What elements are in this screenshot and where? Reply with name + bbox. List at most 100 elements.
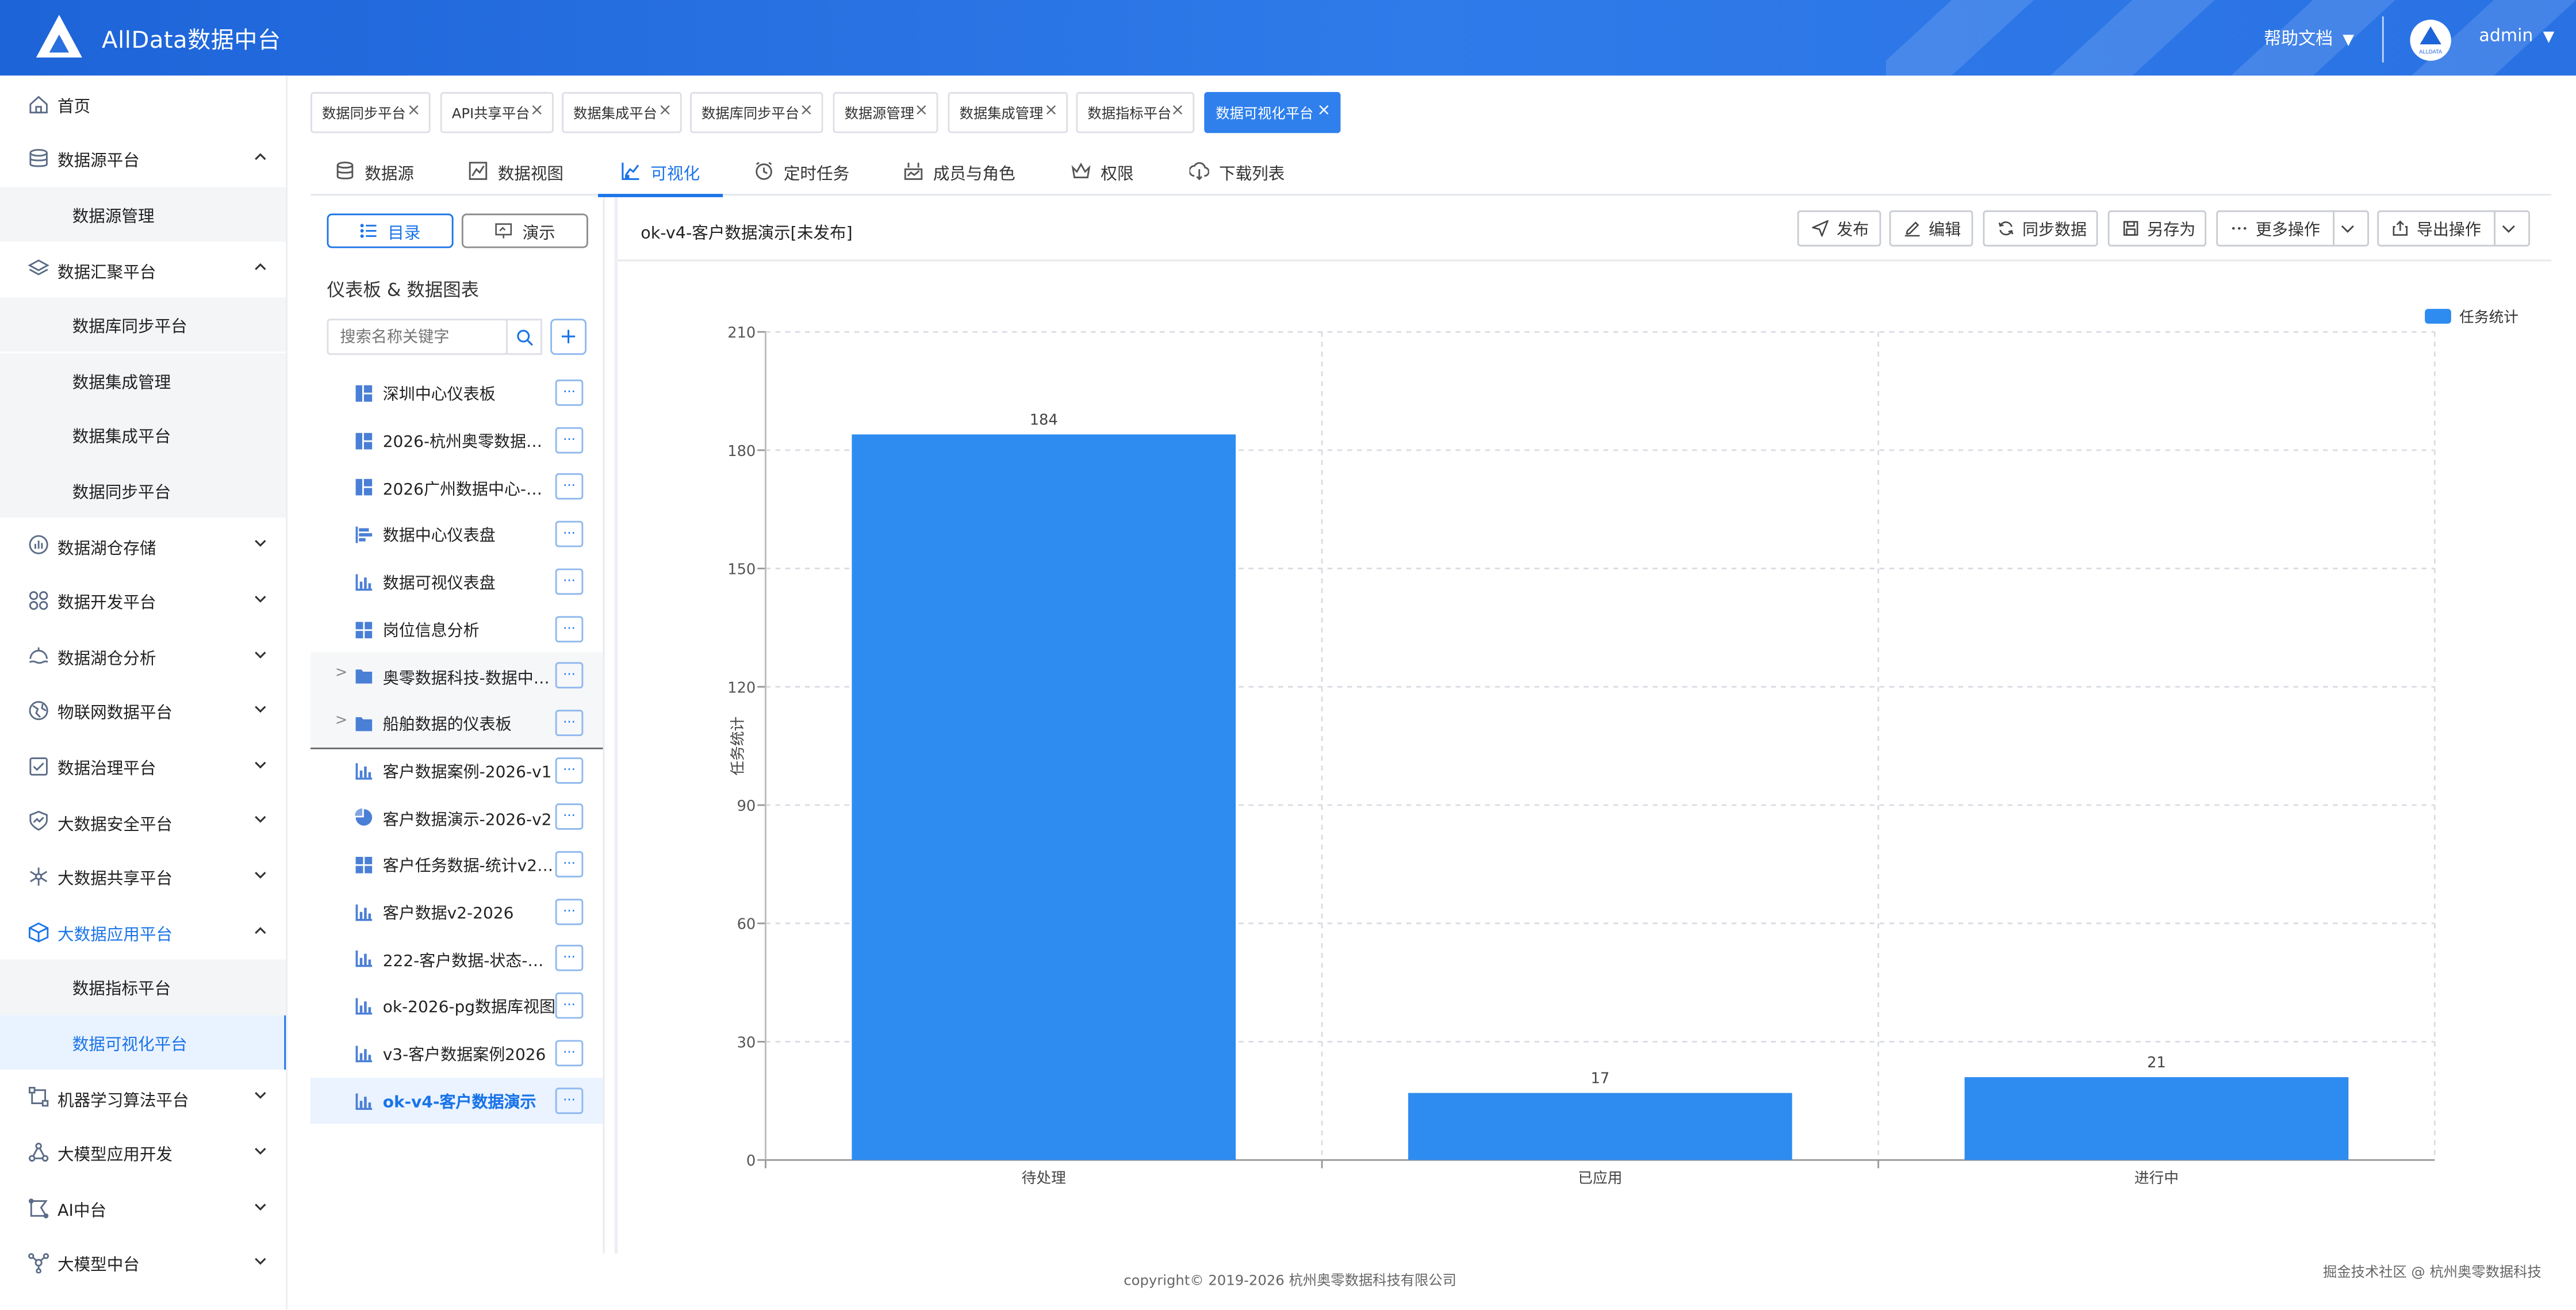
tree-item[interactable]: 岗位信息分析 ··· — [310, 606, 603, 653]
close-icon[interactable]: × — [799, 102, 813, 120]
sidebar-item[interactable]: 数据开发平台 — [0, 573, 286, 629]
more-actions-button[interactable]: 更多操作 — [2216, 210, 2369, 247]
tree-item[interactable]: ok-v4-客户数据演示 ··· — [310, 1077, 603, 1124]
close-icon[interactable]: × — [407, 102, 420, 120]
sidebar-item-label: 数据湖仓存储 — [57, 539, 156, 558]
app-logo-icon[interactable] — [33, 12, 85, 64]
item-more-button[interactable]: ··· — [555, 473, 584, 500]
close-icon[interactable]: × — [530, 102, 544, 120]
sidebar-item[interactable]: 大模型应用开发 — [0, 1125, 286, 1181]
tag-8[interactable]: 数据可视化平台 × — [1204, 92, 1341, 133]
tag-2[interactable]: API共享平台 × — [440, 92, 554, 133]
user-menu[interactable]: admin ▼ — [2479, 26, 2554, 46]
sidebar-subitem[interactable]: 数据集成平台 — [0, 407, 286, 463]
tree-item[interactable]: 数据中心仪表盘 ··· — [310, 511, 603, 558]
sidebar-subitem[interactable]: 数据库同步平台 — [0, 297, 286, 353]
tree-item[interactable]: 客户数据v2-2026 ··· — [310, 888, 603, 936]
search-input[interactable] — [327, 319, 508, 355]
sidebar-subitem[interactable]: 数据指标平台 — [0, 959, 286, 1015]
item-more-button[interactable]: ··· — [555, 568, 584, 595]
close-icon[interactable]: × — [658, 102, 672, 120]
sidebar-item[interactable]: 数据源平台 — [0, 132, 286, 187]
tree-item[interactable]: 2026广州数据中心-仪表板 ··· — [310, 464, 603, 511]
close-icon[interactable]: × — [1171, 102, 1184, 120]
sidebar-item[interactable]: 机器学习算法平台 — [0, 1070, 286, 1125]
item-more-button[interactable]: ··· — [555, 615, 584, 642]
tab-download-list[interactable]: 下载列表 — [1189, 146, 1285, 196]
tree-folder[interactable]: > 奥零数据科技-数据中心仪表板··· — [310, 652, 603, 700]
tab-schedule[interactable]: 定时任务 — [754, 146, 849, 196]
item-more-button[interactable]: ··· — [555, 851, 584, 878]
sidebar-item[interactable]: 物联网数据平台 — [0, 684, 286, 739]
item-more-button[interactable]: ··· — [555, 1087, 584, 1113]
avatar[interactable]: ALLDATA — [2410, 20, 2451, 61]
sidebar-item[interactable]: 大数据安全平台 — [0, 794, 286, 849]
tab-dataview[interactable]: 数据视图 — [468, 146, 564, 196]
sidebar-item[interactable]: 大数据共享平台 — [0, 849, 286, 905]
tab-permissions[interactable]: 权限 — [1071, 146, 1133, 196]
sync-data-button[interactable]: 同步数据 — [1983, 210, 2098, 247]
tree-item[interactable]: 2026-杭州奥零数据中心 ··· — [310, 417, 603, 464]
item-more-button[interactable]: ··· — [555, 1039, 584, 1066]
tag-6[interactable]: 数据集成管理 × — [948, 92, 1068, 133]
item-more-button[interactable]: ··· — [555, 803, 584, 830]
close-icon[interactable]: × — [914, 102, 928, 120]
tree-item[interactable]: 客户数据案例-2026-v1 ··· — [310, 747, 603, 794]
sidebar-item[interactable]: 数据湖仓分析 — [0, 629, 286, 684]
add-item-button[interactable]: + — [550, 319, 586, 355]
tab-visualization[interactable]: 可视化 — [597, 146, 723, 197]
demo-toggle-button[interactable]: 演示 — [461, 213, 588, 248]
tag-3[interactable]: 数据集成平台 × — [562, 92, 682, 133]
tab-datasource[interactable]: 数据源 — [335, 146, 414, 196]
save-as-button[interactable]: 另存为 — [2107, 210, 2207, 247]
tag-label: 数据集成平台 — [573, 106, 657, 122]
item-more-button[interactable]: ··· — [555, 898, 584, 925]
sidebar-item[interactable]: 大模型中台 — [0, 1236, 286, 1291]
item-more-button[interactable]: ··· — [555, 426, 584, 453]
sidebar-item[interactable]: 首页 — [0, 76, 286, 132]
item-more-button[interactable]: ··· — [555, 380, 584, 406]
item-more-button[interactable]: ··· — [555, 945, 584, 972]
search-button[interactable] — [506, 319, 542, 355]
help-docs-menu[interactable]: 帮助文档 ▼ — [2264, 26, 2354, 51]
item-more-button[interactable]: ··· — [555, 662, 584, 689]
tree-folder[interactable]: > 船舶数据的仪表板 ··· — [310, 699, 603, 747]
tag-5[interactable]: 数据源管理 × — [833, 92, 938, 133]
tab-members-roles[interactable]: 成员与角色 — [903, 146, 1015, 196]
tree-item[interactable]: v3-客户数据案例2026 ··· — [310, 1030, 603, 1077]
catalog-toggle-button[interactable]: 目录 — [327, 213, 454, 248]
sidebar-subitem[interactable]: 数据集成管理 — [0, 352, 286, 408]
item-more-button[interactable]: ··· — [555, 756, 584, 783]
sidebar-item[interactable]: 数据治理平台 — [0, 739, 286, 794]
tree-item[interactable]: ok-2026-pg数据库视图 ··· — [310, 983, 603, 1030]
publish-button[interactable]: 发布 — [1797, 210, 1881, 247]
tag-7[interactable]: 数据指标平台 × — [1076, 92, 1195, 133]
tag-1[interactable]: 数据同步平台 × — [310, 92, 431, 133]
apps-icon — [29, 591, 48, 610]
tree-item[interactable]: 深圳中心仪表板 ··· — [310, 370, 603, 417]
tree-item[interactable]: 222-客户数据-状态-统计 ··· — [310, 936, 603, 983]
expand-arrow-icon[interactable]: > — [335, 713, 348, 730]
item-more-button[interactable]: ··· — [555, 992, 584, 1019]
sidebar-subitem[interactable]: 数据可视化平台 — [0, 1014, 286, 1070]
export-actions-dropdown[interactable] — [2494, 212, 2528, 245]
sidebar-subitem[interactable]: 数据源管理 — [0, 186, 286, 242]
close-icon[interactable]: × — [1317, 102, 1331, 120]
sidebar-item[interactable]: 大数据应用平台 — [0, 905, 286, 960]
sidebar-item[interactable]: AI中台 — [0, 1181, 286, 1236]
edit-button[interactable]: 编辑 — [1889, 210, 1973, 247]
sidebar-subitem[interactable]: 数据同步平台 — [0, 462, 286, 518]
expand-arrow-icon[interactable]: > — [335, 666, 348, 683]
export-actions-button[interactable]: 导出操作 — [2377, 210, 2530, 247]
close-icon[interactable]: × — [1044, 102, 1058, 120]
bar-chart: 0306090120150180210184待处理17已应用21进行中任务统计任… — [727, 309, 2518, 1187]
tree-item[interactable]: 客户数据演示-2026-v2 ··· — [310, 794, 603, 841]
tree-item[interactable]: 数据可视仪表盘 ··· — [310, 558, 603, 606]
sidebar-item[interactable]: 数据汇聚平台 — [0, 242, 286, 297]
more-actions-dropdown[interactable] — [2333, 212, 2367, 245]
tree-item[interactable]: 客户任务数据-统计v2026 ··· — [310, 841, 603, 888]
sidebar-item[interactable]: 数据湖仓存储 — [0, 518, 286, 573]
tag-4[interactable]: 数据库同步平台 × — [690, 92, 823, 133]
item-more-button[interactable]: ··· — [555, 520, 584, 547]
item-more-button[interactable]: ··· — [555, 709, 584, 736]
